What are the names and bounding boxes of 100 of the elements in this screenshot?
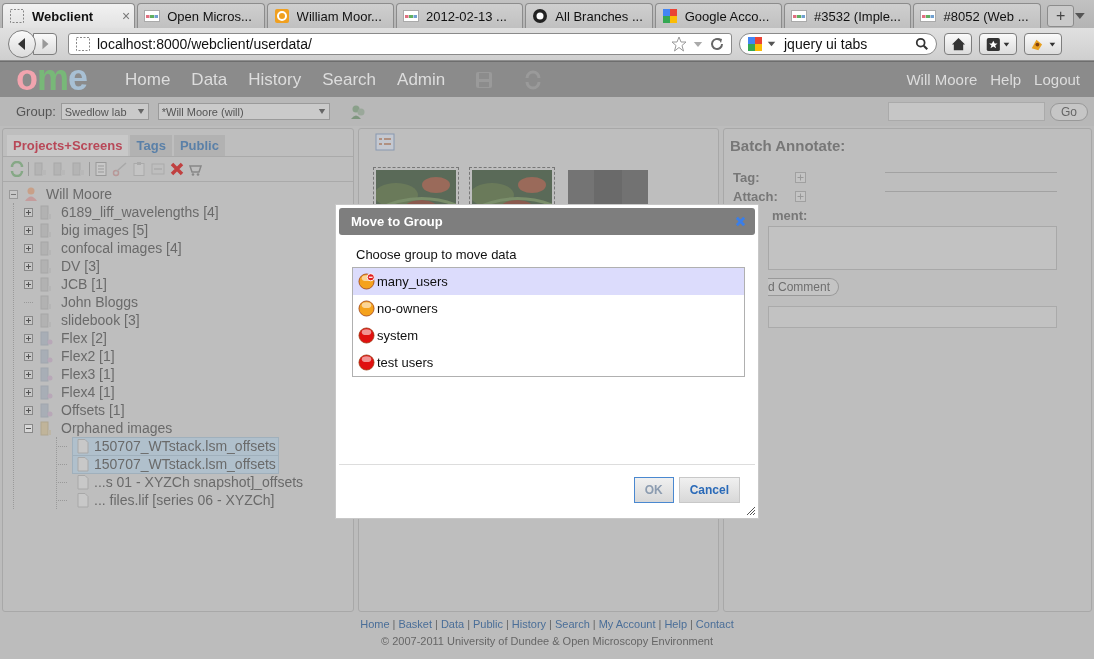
tree-item[interactable]: big images [5] — [59, 222, 151, 238]
tree-item[interactable]: John Bloggs — [59, 294, 141, 310]
tree-item[interactable]: Flex3 [1] — [59, 366, 117, 382]
back-button[interactable] — [8, 30, 36, 58]
expand-icon[interactable] — [24, 261, 33, 271]
browser-tab[interactable]: Webclient × — [2, 3, 136, 28]
browser-tab[interactable]: William Moor... — [266, 3, 394, 28]
tree-item[interactable]: Flex [2] — [59, 330, 109, 346]
header-link[interactable]: Logout — [1034, 71, 1080, 88]
footer-link[interactable]: Basket — [398, 618, 433, 630]
browser-tab[interactable]: #3532 (Imple... — [784, 3, 912, 28]
expand-icon[interactable] — [24, 243, 33, 253]
refresh-icon[interactable] — [9, 161, 25, 177]
tab-list-caret-icon[interactable] — [1074, 12, 1086, 20]
browser-tab[interactable]: 2012-02-13 ... — [396, 3, 524, 28]
expand-icon[interactable] — [24, 351, 33, 361]
nav-link[interactable]: Admin — [397, 69, 446, 90]
delete-icon[interactable] — [169, 161, 185, 177]
new-tab-button[interactable]: + — [1046, 5, 1075, 27]
group-item[interactable]: many_users — [353, 268, 744, 295]
dialog-title: Move to Group — [351, 214, 443, 229]
expand-icon[interactable] — [24, 315, 33, 325]
tree-item[interactable]: JCB [1] — [59, 276, 109, 292]
add-icon[interactable] — [795, 191, 806, 202]
go-button[interactable]: Go — [1050, 102, 1088, 121]
caret-icon[interactable] — [767, 41, 776, 47]
nav-link[interactable]: History — [248, 69, 302, 90]
tree-item[interactable]: Orphaned images — [59, 420, 175, 436]
resize-grip-icon[interactable] — [744, 504, 756, 516]
tree-item[interactable]: 6189_liff_wavelengths [4] — [59, 204, 221, 220]
footer-link[interactable]: Public — [473, 618, 503, 630]
footer-link[interactable]: Contact — [695, 618, 734, 630]
footer-link[interactable]: Home — [360, 618, 390, 630]
search-icon[interactable] — [915, 37, 929, 51]
input-field[interactable] — [768, 306, 1057, 328]
footer-link[interactable]: Data — [440, 618, 465, 630]
home-button[interactable] — [944, 33, 972, 55]
select-value: Swedlow lab — [64, 105, 127, 118]
tree-item[interactable]: ...s 01 - XYZCh snapshot]_offsets — [72, 472, 307, 492]
add-comment-button[interactable]: d Comment — [768, 278, 840, 296]
panel-tab[interactable]: Public — [173, 135, 225, 156]
browser-tab[interactable]: Open Micros... — [137, 3, 265, 28]
header-link[interactable]: Will Moore — [906, 71, 978, 88]
tree-item[interactable]: slidebook [3] — [59, 312, 142, 328]
nav-link[interactable]: Home — [125, 69, 171, 90]
expand-icon[interactable] — [24, 225, 33, 235]
group-item[interactable]: system — [353, 322, 744, 349]
bookmarks-button[interactable] — [979, 33, 1017, 55]
tree-item[interactable]: Will Moore — [44, 186, 115, 202]
nav-link[interactable]: Data — [191, 69, 228, 90]
tree-item[interactable]: DV [3] — [59, 258, 102, 274]
browser-tab[interactable]: All Branches ... — [525, 3, 653, 28]
browser-tab[interactable]: Google Acco... — [654, 3, 783, 28]
tree-item[interactable]: 150707_WTstack.lsm_offsets — [72, 436, 279, 456]
collapse-icon[interactable] — [9, 189, 18, 199]
copy-icon[interactable] — [93, 161, 109, 177]
expand-icon[interactable] — [24, 207, 33, 217]
select-value: *Will Moore (will) — [161, 105, 244, 118]
search-field[interactable]: jquery ui tabs — [739, 33, 937, 55]
comment-field[interactable] — [768, 226, 1057, 270]
clipboard-icon[interactable] — [131, 161, 147, 177]
expand-icon[interactable] — [24, 369, 33, 379]
expand-icon[interactable] — [24, 387, 33, 397]
tree-item[interactable]: Flex2 [1] — [59, 348, 117, 364]
browser-tab[interactable]: #8052 (Web ... — [913, 3, 1041, 28]
footer-link[interactable]: Search — [554, 618, 590, 630]
panel-tab[interactable]: Projects+Screens — [7, 135, 129, 156]
footer-link[interactable]: Help — [664, 618, 687, 630]
tree-item[interactable]: 150707_WTstack.lsm_offsets — [72, 454, 279, 474]
tab-close-button[interactable]: × — [122, 8, 131, 24]
group-item[interactable]: test users — [353, 349, 744, 376]
reload-icon[interactable] — [709, 36, 725, 52]
list-view-icon[interactable] — [375, 133, 395, 151]
collapse-icon[interactable] — [24, 423, 33, 433]
tree-item[interactable]: confocal images [4] — [59, 240, 184, 256]
extension-button[interactable] — [1024, 33, 1062, 55]
nav-link[interactable]: Search — [322, 69, 377, 90]
copyright: © 2007-2011 University of Dundee & Open Microscopy Environment — [381, 635, 713, 647]
user-select[interactable]: *Will Moore (will) — [157, 103, 330, 120]
star-icon[interactable] — [671, 36, 687, 52]
group-item[interactable]: no-owners — [353, 295, 744, 322]
search-field[interactable] — [888, 102, 1045, 121]
screen-icon — [38, 330, 54, 346]
add-icon[interactable] — [795, 172, 806, 183]
tree-item[interactable]: ... files.lif [series 06 - XYZCh] — [72, 490, 278, 510]
tree-item[interactable]: Offsets [1] — [59, 402, 127, 418]
dialog-button[interactable]: Cancel — [678, 477, 740, 503]
folder-icon — [38, 420, 54, 436]
panel-tab[interactable]: Tags — [130, 135, 172, 156]
logo[interactable]: ome — [16, 59, 104, 96]
footer-link[interactable]: My Account — [598, 618, 656, 630]
tree-item[interactable]: Flex4 [1] — [59, 384, 117, 400]
footer-link[interactable]: History — [511, 618, 547, 630]
expand-icon[interactable] — [24, 333, 33, 343]
address-bar[interactable]: localhost:8000/webclient/userdata/ — [68, 33, 732, 55]
expand-icon[interactable] — [24, 405, 33, 415]
group-select[interactable]: Swedlow lab — [60, 103, 149, 120]
forward-button[interactable] — [33, 33, 57, 55]
header-link[interactable]: Help — [990, 71, 1022, 88]
expand-icon[interactable] — [24, 279, 33, 289]
